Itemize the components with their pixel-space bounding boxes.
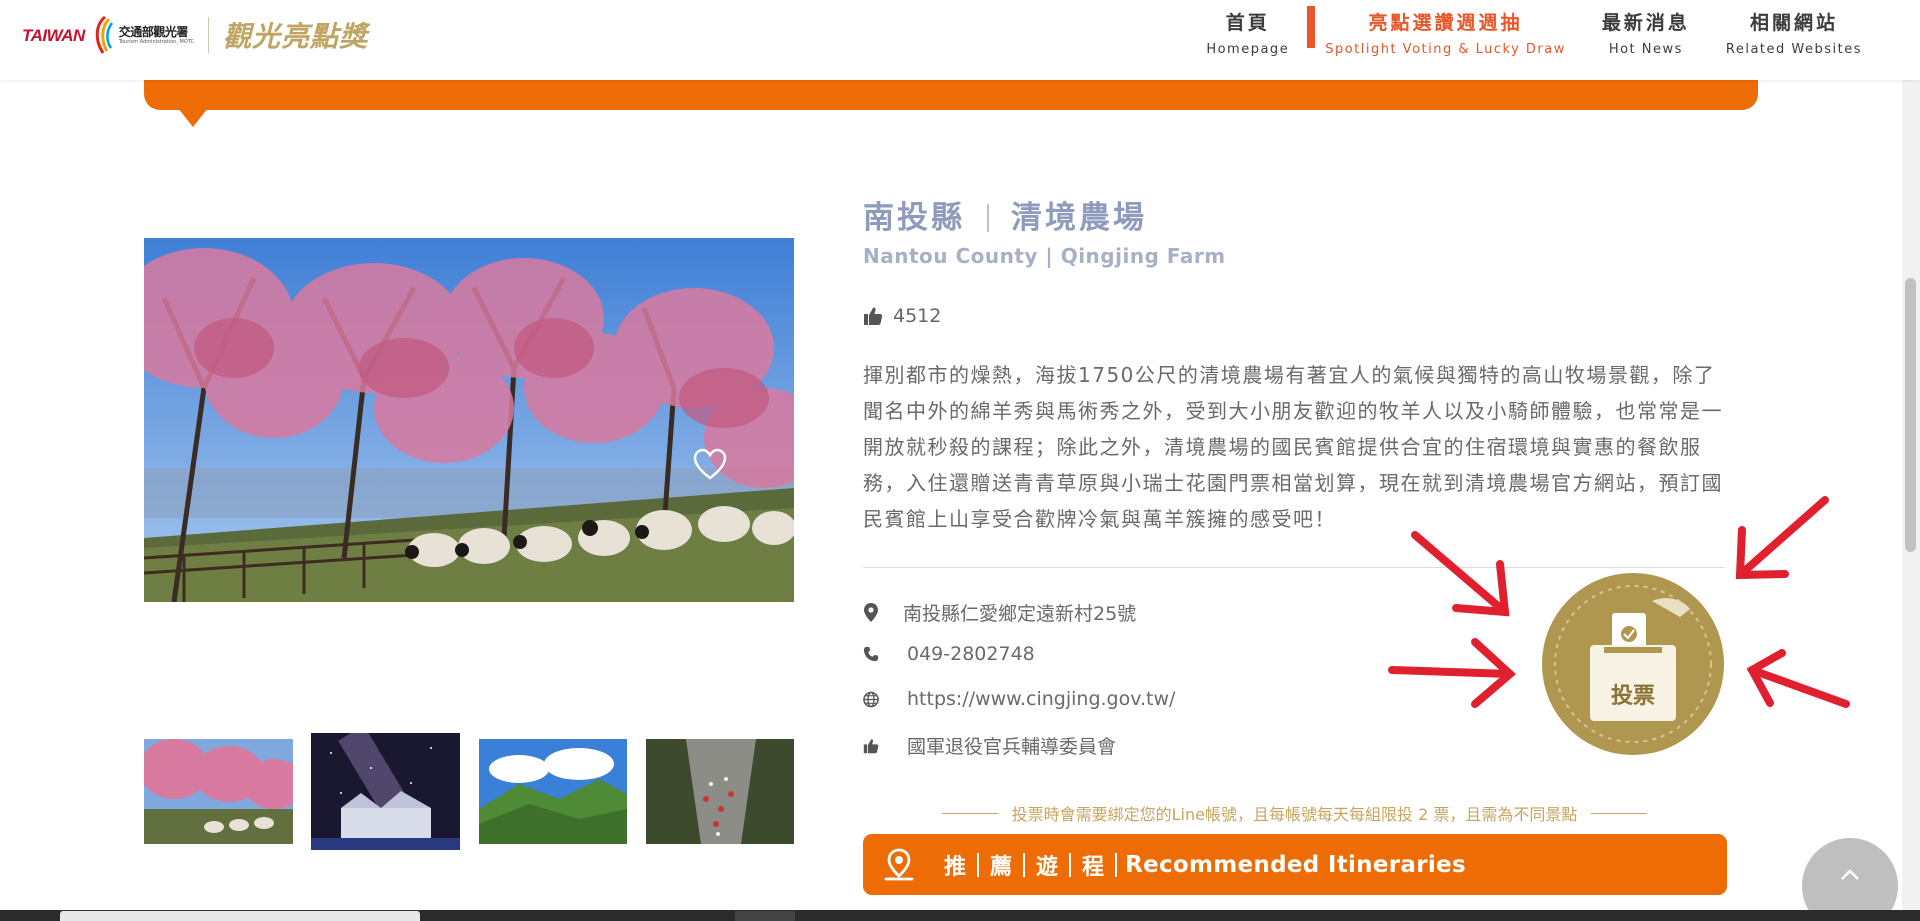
phone-icon: [863, 645, 879, 663]
globe-icon: [863, 690, 879, 708]
spot-name: 清境農場: [1011, 200, 1147, 236]
ministry-logo-text: 交通部觀光署 Tourism Administration, MOTC: [119, 26, 194, 45]
nav-label-en: Homepage: [1206, 41, 1290, 57]
ministry-name-en: Tourism Administration, MOTC: [118, 38, 195, 45]
award-logo: 觀光亮點獎: [223, 20, 369, 53]
itinerary-sep: [1115, 852, 1118, 877]
scrollbar-thumb[interactable]: [1905, 278, 1916, 552]
ministry-name-cn: 交通部觀光署: [118, 24, 189, 39]
itinerary-label-cn: 推 薦 遊 程: [933, 849, 1118, 881]
vote-notice: 投票時會需要綁定您的Line帳號，且每帳號每天每組限投 2 票，且需為不同景點: [918, 801, 1671, 825]
county-name: 南投縣: [863, 200, 965, 236]
like-count-value: 4512: [893, 305, 942, 327]
nav-label-cn: 相關網站: [1749, 12, 1838, 35]
taiwan-wordmark: TAIWAN: [22, 25, 85, 45]
itinerary-label-en: Recommended Itineraries: [1125, 851, 1466, 878]
spot-title-cn: 南投縣 清境農場: [863, 192, 1147, 237]
notice-line-left: [941, 812, 998, 814]
logo-divider: [208, 17, 210, 53]
nav-item-hot-news[interactable]: 最新消息 Hot News: [1584, 0, 1708, 80]
divider: [863, 567, 1725, 568]
thumbnail-3[interactable]: [479, 739, 627, 844]
website-row: https://www.cingjing.gov.tw/: [863, 688, 1175, 710]
address-row: 南投縣仁愛鄉定遠新村25號: [863, 599, 1136, 626]
itinerary-char: 程: [1082, 854, 1105, 880]
website-link[interactable]: https://www.cingjing.gov.tw/: [907, 688, 1175, 710]
spot-description: 揮別都市的燥熱，海拔1750公尺的清境農場有著宜人的氣候與獨特的高山牧場景觀，除…: [863, 363, 1723, 531]
main-nav: 首頁 Homepage 亮點選讚週週抽 Spotlight Voting & L…: [1188, 0, 1880, 80]
title-separator: [987, 204, 989, 232]
thumbs-up-icon: [863, 737, 879, 755]
vote-button[interactable]: 投票: [1542, 573, 1724, 755]
os-taskbar: [0, 910, 1920, 921]
spot-title-en: Nantou County | Qingjing Farm: [863, 244, 1226, 268]
map-marker-icon: [863, 603, 879, 622]
mott-swirl-icon: [95, 15, 113, 54]
site-header: TAIWAN 交通部觀光署 Tourism Administration, MO…: [0, 0, 1920, 80]
nav-item-homepage[interactable]: 首頁 Homepage: [1188, 0, 1307, 80]
notice-line-right: [1591, 812, 1648, 814]
vote-notice-text: 投票時會需要綁定您的Line帳號，且每帳號每天每組限投 2 票，且需為不同景點: [1011, 805, 1578, 824]
address-text: 南投縣仁愛鄉定遠新村25號: [903, 603, 1137, 625]
page: TAIWAN 交通部觀光署 Tourism Administration, MO…: [0, 0, 1920, 921]
taskbar-item[interactable]: [60, 911, 420, 921]
recommended-itineraries-button[interactable]: 推 薦 遊 程 Recommended Itineraries: [863, 834, 1727, 895]
thumbs-up-icon: [864, 307, 883, 325]
thumbnail-2[interactable]: [311, 733, 460, 850]
location-pin-icon: [884, 848, 914, 880]
taskbar-item[interactable]: [735, 911, 795, 921]
banner-pointer: [178, 108, 208, 127]
main-photo: [144, 238, 794, 602]
nav-label-cn: 首頁: [1225, 12, 1270, 35]
organizer-row: 國軍退役官兵輔導委員會: [863, 732, 1116, 759]
taiwan-logo: TAIWAN: [22, 27, 85, 44]
organizer-text: 國軍退役官兵輔導委員會: [907, 736, 1117, 758]
chevron-up-icon: [1841, 869, 1859, 880]
nav-label-en: Related Websites: [1725, 41, 1862, 57]
itinerary-char: 推: [944, 854, 967, 880]
phone-row: 049-2802748: [863, 643, 1035, 665]
scroll-to-top-button[interactable]: [1802, 838, 1898, 921]
nav-label-en: Spotlight Voting & Lucky Draw: [1325, 41, 1566, 57]
thumbnail-1[interactable]: [144, 739, 293, 844]
nav-item-spotlight-voting[interactable]: 亮點選讚週週抽 Spotlight Voting & Lucky Draw: [1307, 0, 1584, 80]
vote-label: 投票: [1611, 684, 1655, 709]
itinerary-char: 遊: [1036, 854, 1059, 880]
site-logo[interactable]: TAIWAN 交通部觀光署 Tourism Administration, MO…: [22, 10, 368, 60]
nav-label-en: Hot News: [1608, 41, 1683, 57]
heart-icon[interactable]: [692, 447, 728, 483]
nav-item-related-websites[interactable]: 相關網站 Related Websites: [1708, 0, 1880, 80]
nav-label-cn: 亮點選讚週週抽: [1368, 12, 1523, 35]
phone-text[interactable]: 049-2802748: [907, 643, 1035, 665]
thumbnail-4[interactable]: [646, 739, 794, 844]
like-count: 4512: [863, 305, 941, 327]
nav-label-cn: 最新消息: [1601, 12, 1690, 35]
itinerary-char: 薦: [990, 854, 1013, 880]
